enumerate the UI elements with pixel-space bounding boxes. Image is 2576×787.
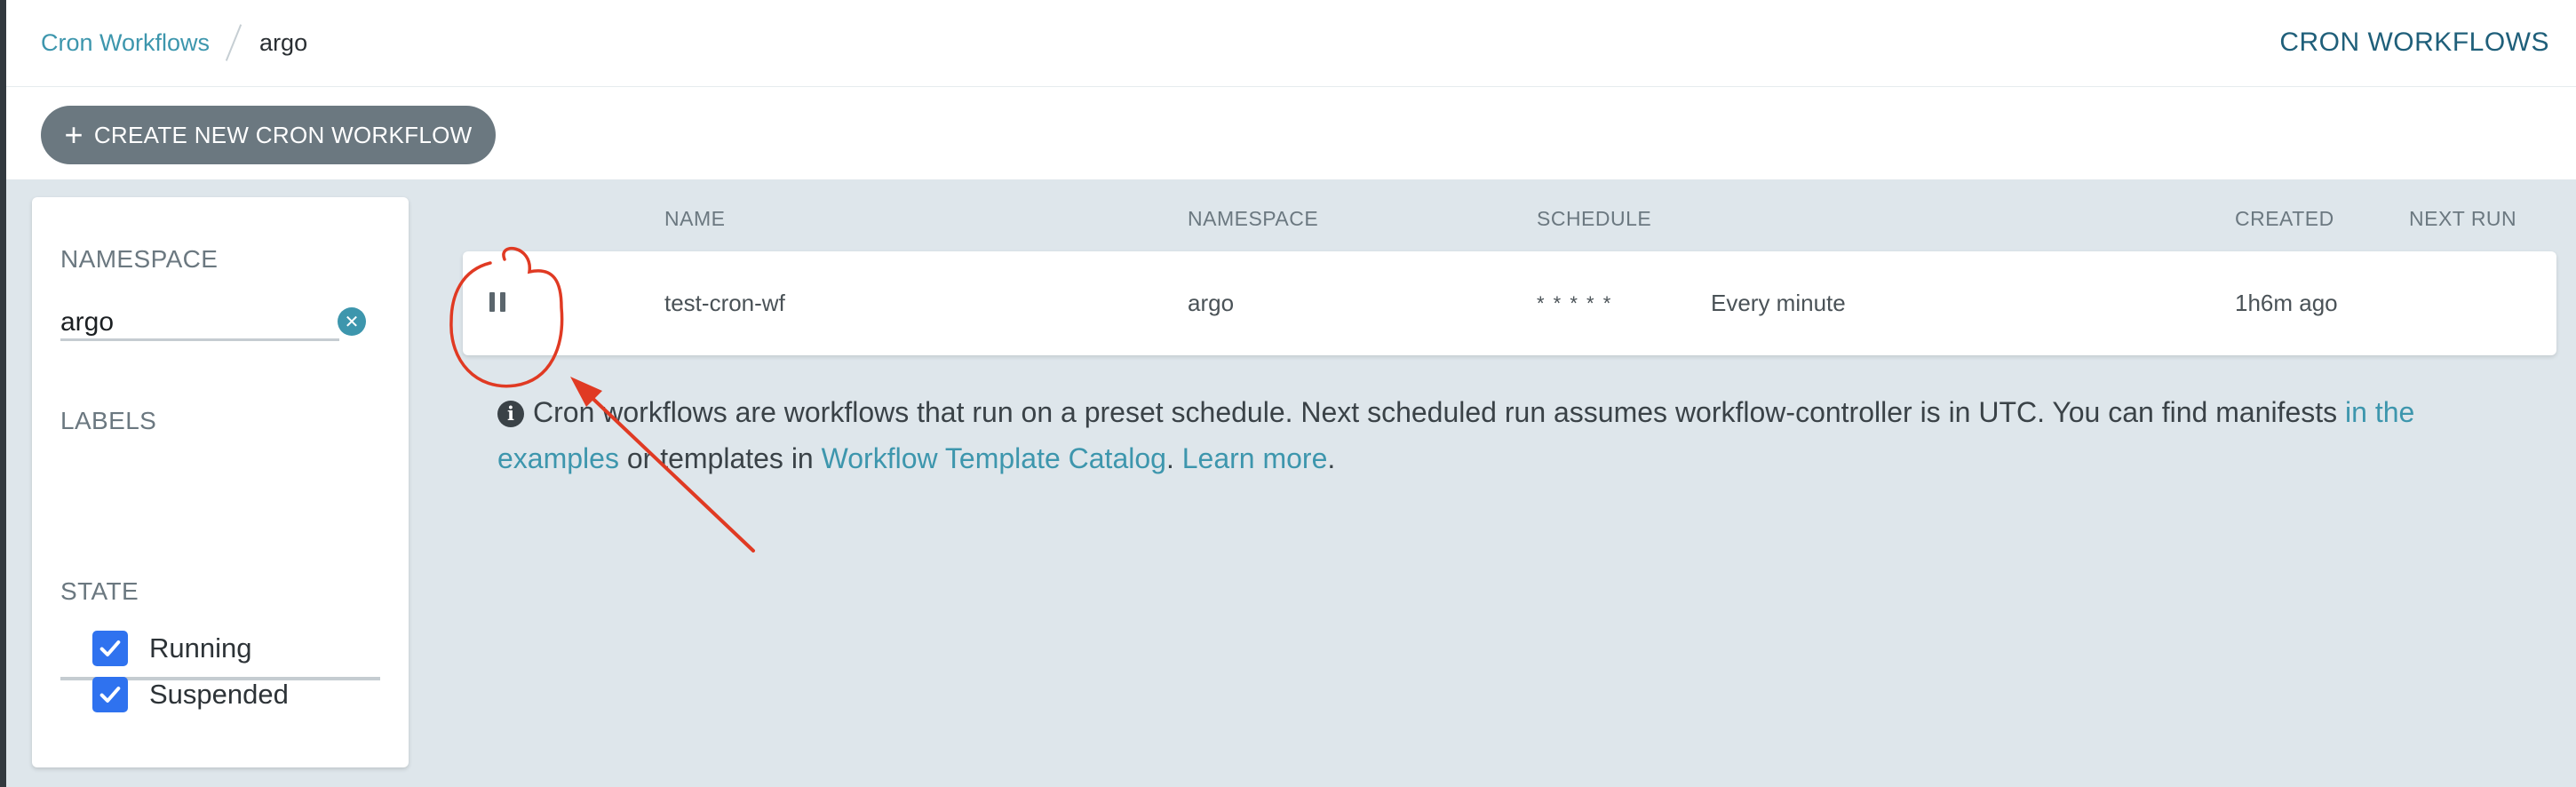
create-cron-workflow-button[interactable]: + CREATE NEW CRON WORKFLOW	[41, 106, 496, 164]
breadcrumb: Cron Workflows argo	[41, 0, 307, 85]
running-checkbox[interactable]	[92, 631, 128, 666]
column-header-name: NAME	[664, 207, 726, 230]
info-text-4: .	[1327, 442, 1336, 474]
pause-icon	[489, 292, 505, 312]
breadcrumb-current: argo	[259, 28, 308, 56]
breadcrumb-separator	[225, 24, 242, 61]
labels-label: LABELS	[60, 407, 157, 434]
state-label: STATE	[60, 577, 139, 605]
breadcrumb-cron-workflows-link[interactable]: Cron Workflows	[41, 29, 210, 57]
suspended-label: Suspended	[149, 679, 289, 710]
filter-panel: NAMESPACE argo ✕ LABELS STATE Running Su…	[32, 197, 409, 767]
column-header-next-run: NEXT RUN	[2409, 207, 2517, 230]
check-icon	[99, 687, 121, 703]
check-icon	[99, 640, 121, 656]
create-cron-workflow-label: CREATE NEW CRON WORKFLOW	[93, 121, 473, 148]
learn-more-link[interactable]: Learn more	[1182, 442, 1328, 474]
column-header-created: CREATED	[2235, 207, 2334, 230]
info-text-1: Cron workflows are workflows that run on…	[533, 396, 2346, 428]
row-schedule: * * * * *	[1537, 291, 1613, 314]
info-text-3: .	[1165, 442, 1182, 474]
column-header-schedule: SCHEDULE	[1537, 207, 1652, 230]
page-title: CRON WORKFLOWS	[2279, 28, 2549, 57]
plus-icon: +	[64, 116, 83, 153]
clear-namespace-icon[interactable]: ✕	[338, 307, 366, 336]
namespace-label: NAMESPACE	[60, 245, 219, 273]
info-icon: i	[497, 401, 524, 427]
state-running-option[interactable]: Running	[92, 631, 251, 666]
row-name: test-cron-wf	[664, 290, 785, 316]
window-edge	[0, 0, 6, 787]
state-suspended-option[interactable]: Suspended	[92, 677, 289, 712]
row-schedule-description: Every minute	[1711, 290, 1846, 316]
info-text-2: or templates in	[618, 442, 822, 474]
workflow-template-catalog-link[interactable]: Workflow Template Catalog	[822, 442, 1166, 474]
info-note: i Cron workflows are workflows that run o…	[497, 389, 2523, 481]
suspended-checkbox[interactable]	[92, 677, 128, 712]
action-bar: + CREATE NEW CRON WORKFLOW	[6, 87, 2576, 179]
top-bar: Cron Workflows argo CRON WORKFLOWS	[6, 0, 2576, 87]
namespace-input[interactable]: argo	[60, 304, 339, 341]
row-created: 1h6m ago	[2235, 290, 2338, 316]
column-header-namespace: NAMESPACE	[1188, 207, 1319, 230]
row-namespace: argo	[1188, 290, 1235, 316]
running-label: Running	[149, 632, 252, 664]
table-row[interactable]: test-cron-wf argo * * * * * Every minute…	[463, 251, 2556, 355]
